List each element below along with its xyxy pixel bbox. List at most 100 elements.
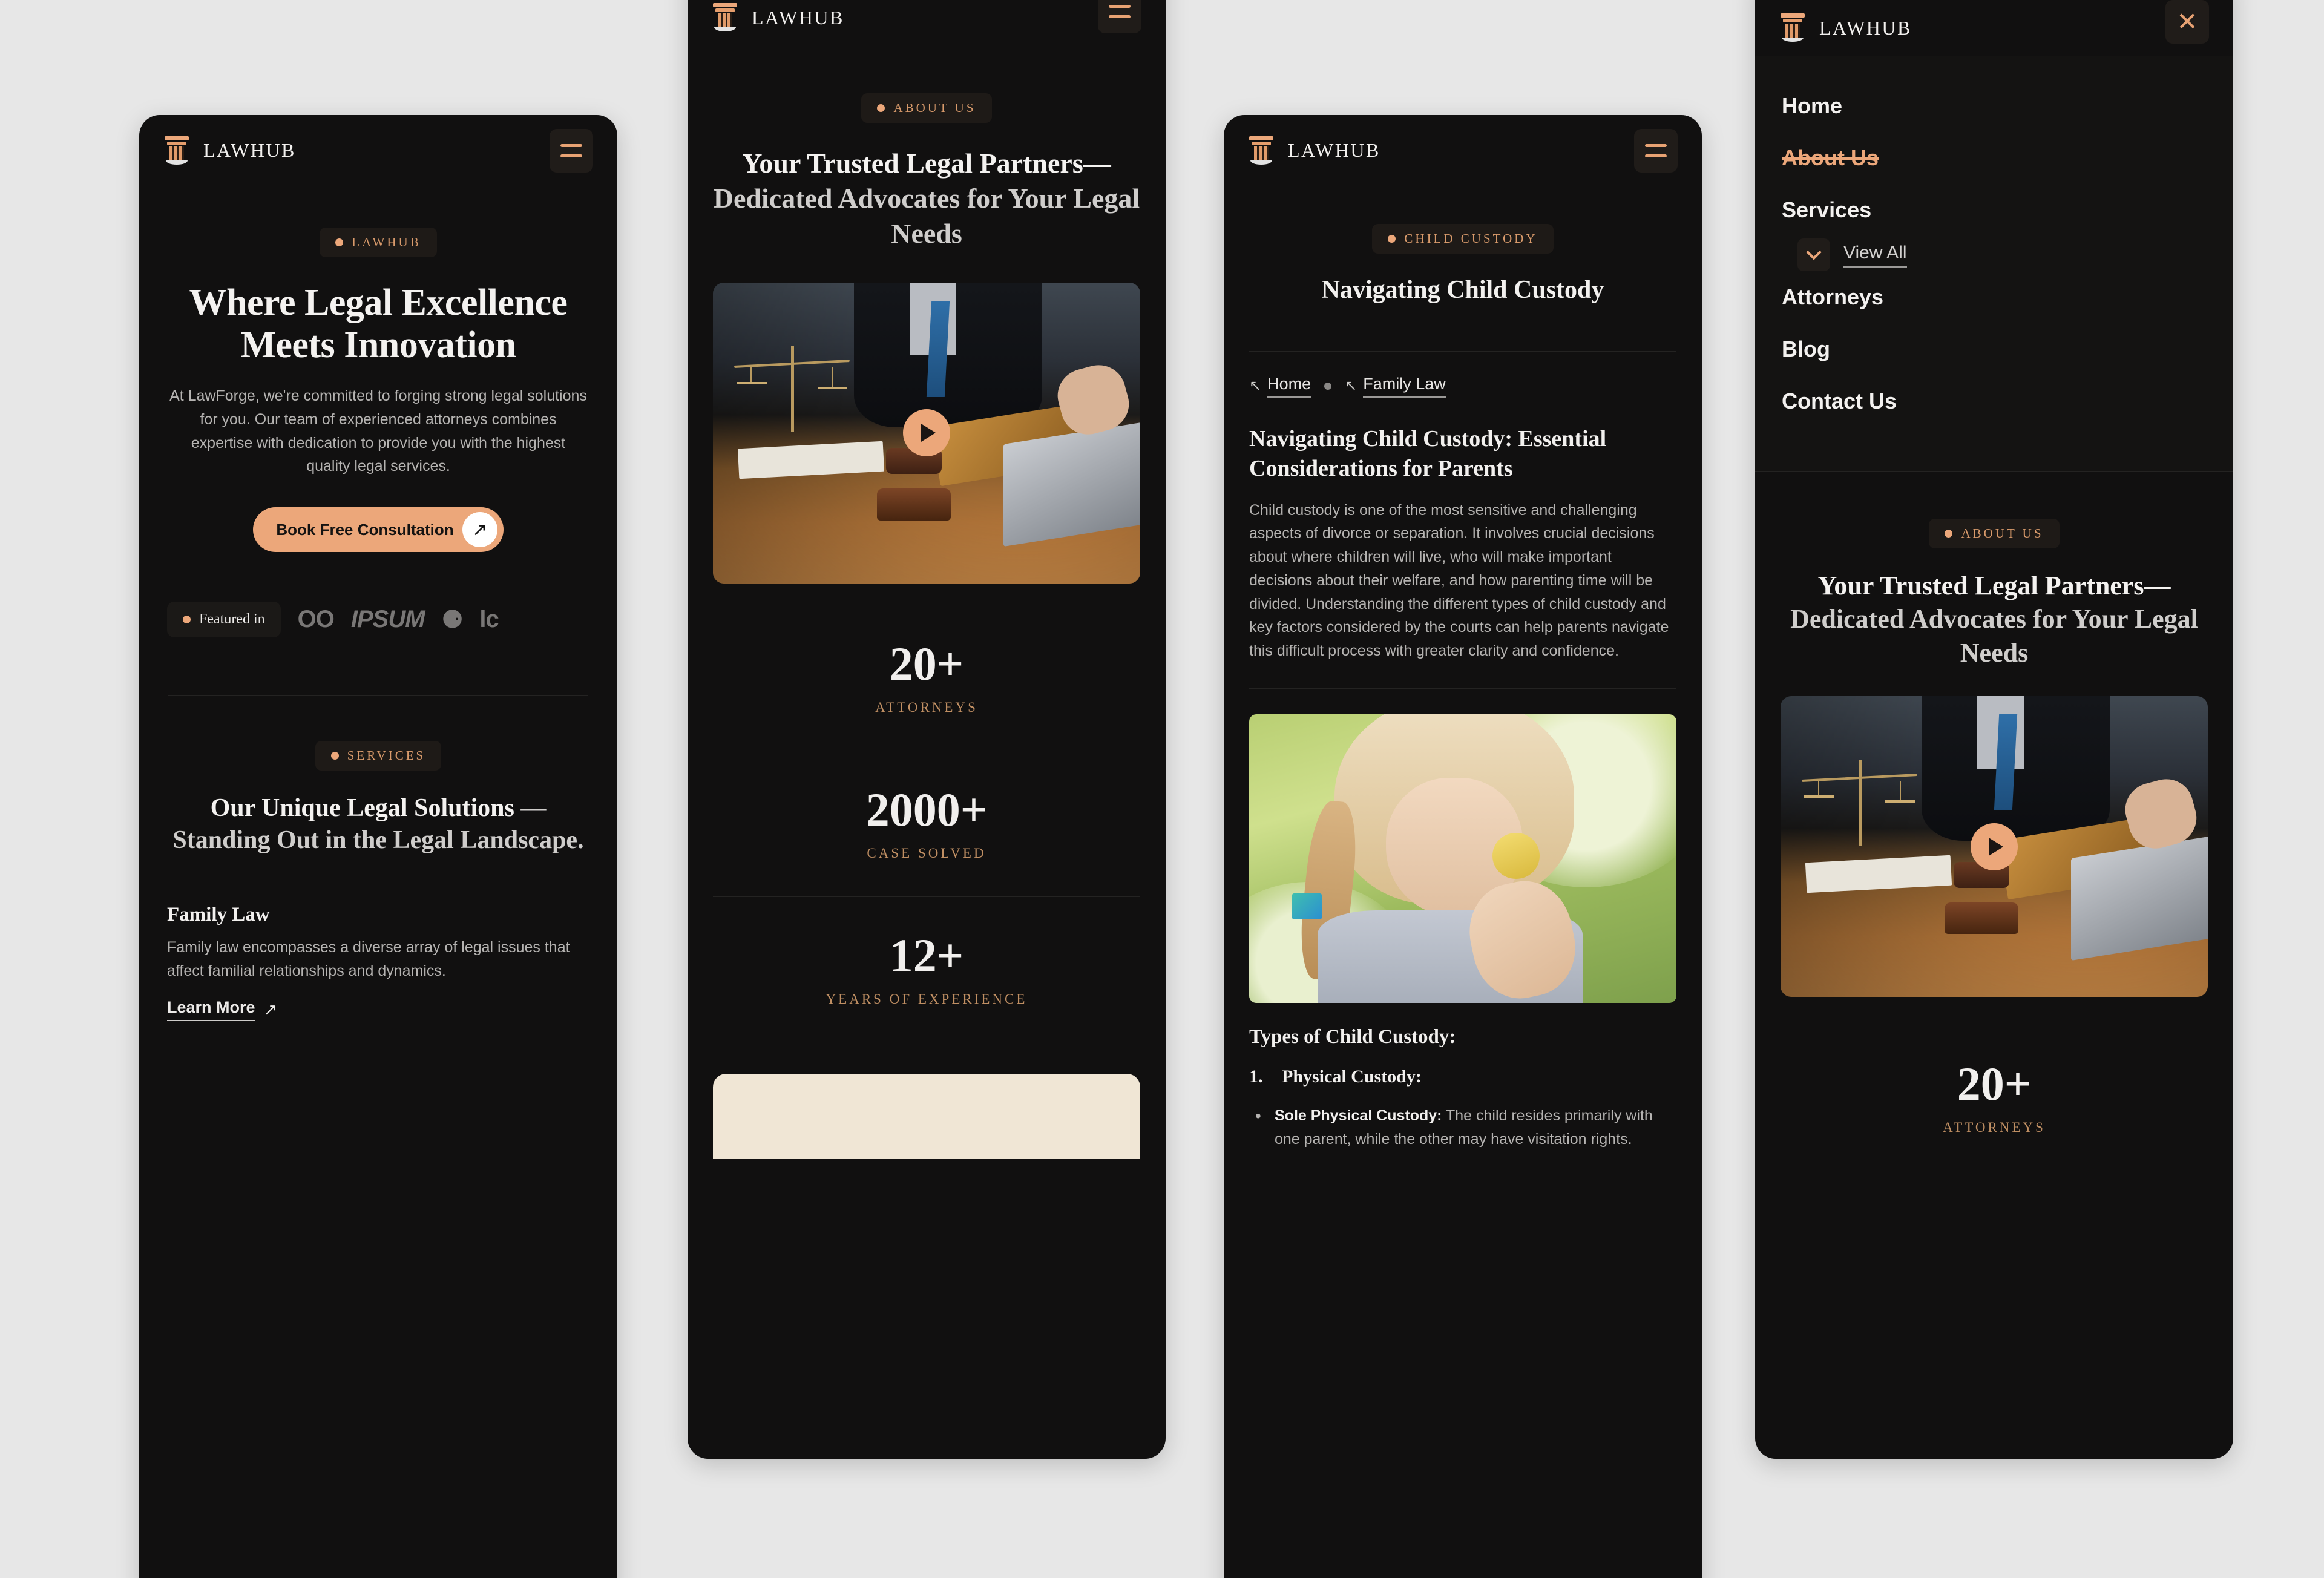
about-section: ABOUT US Your Trusted Legal Partners— De…	[1755, 472, 2233, 670]
gavel-icon	[1943, 861, 2020, 935]
about-heading-part3: Dedicated Advocates for Your Legal Needs	[1790, 604, 2198, 668]
about-heading-part1: Your Trusted Legal	[1817, 571, 2038, 600]
services-section: SERVICES Our Unique Legal Solutions — St…	[139, 696, 617, 856]
about-eyebrow-badge: ABOUT US	[861, 93, 992, 123]
dot-icon	[877, 104, 885, 112]
partner-logo: OO	[297, 606, 335, 633]
stat-label: ATTORNEYS	[1943, 1120, 2046, 1136]
play-icon[interactable]	[903, 409, 950, 457]
nav-subitem-view-all[interactable]: View All	[1782, 238, 2207, 271]
stat-label: ATTORNEYS	[875, 700, 978, 715]
nav-item-contact-us[interactable]: Contact Us	[1782, 375, 2207, 427]
video-thumbnail[interactable]	[1781, 696, 2208, 998]
arrow-up-right-icon: ↗	[263, 1000, 278, 1019]
about-video-wrapper	[688, 251, 1166, 584]
featured-in-chip: Featured in	[167, 602, 281, 638]
breadcrumb-item-family-law[interactable]: ↖ Family Law	[1345, 375, 1446, 398]
phone-mockup-about: LAWHUB ABOUT US Your Trusted Legal Partn…	[688, 0, 1166, 1459]
hero-subtext: At LawForge, we're committed to forging …	[169, 387, 587, 475]
nav-item-about-us[interactable]: About Us	[1782, 132, 2207, 184]
arrow-up-left-icon: ↖	[1249, 378, 1262, 395]
nav-item-blog[interactable]: Blog	[1782, 323, 2207, 375]
top-bar: LAWHUB ✕	[1755, 0, 2233, 56]
column-pillar-icon	[1779, 12, 1806, 44]
laptop-shape	[1003, 421, 1140, 547]
stats-list: 20+ ATTORNEYS 2000+ CASE SOLVED 12+ YEAR…	[688, 584, 1166, 1042]
breadcrumb-item-home[interactable]: ↖ Home	[1249, 375, 1311, 398]
services-eyebrow-label: SERVICES	[347, 748, 426, 763]
play-icon[interactable]	[1971, 823, 2018, 870]
partner-logo: ⚈	[441, 606, 464, 633]
breadcrumb-label: Home	[1267, 375, 1311, 398]
article-title: Navigating Child Custody: Essential Cons…	[1249, 426, 1607, 482]
book-consultation-button[interactable]: Book Free Consultation ↗	[253, 507, 504, 553]
column-pillar-icon	[712, 2, 738, 33]
hamburger-menu-button[interactable]	[550, 128, 593, 173]
brand-logo[interactable]: LAWHUB	[1248, 135, 1380, 166]
stat-number: 20+	[1957, 1057, 2032, 1111]
scales-of-justice-icon	[1802, 748, 1917, 868]
about-eyebrow-label: ABOUT US	[893, 100, 976, 115]
phone-mockup-article: LAWHUB CHILD CUSTODY Navigating Child Cu…	[1224, 115, 1702, 1578]
brand-logo[interactable]: LAWHUB	[712, 2, 844, 33]
cta-label: Book Free Consultation	[276, 520, 454, 539]
hero-section: LAWHUB Where Legal Excellence Meets Inno…	[139, 186, 617, 553]
chevron-down-icon[interactable]	[1797, 238, 1830, 271]
nav-menu-panel: Home About Us Services View All Attorney…	[1755, 56, 2233, 471]
close-icon[interactable]: ✕	[2165, 0, 2209, 44]
about-heading-part1: Your Trusted Legal	[742, 148, 973, 179]
arrow-up-left-icon: ↖	[1345, 378, 1357, 395]
dot-icon	[335, 238, 344, 246]
about-heading-part2: Partners—	[2044, 571, 2171, 600]
nav-item-attorneys[interactable]: Attorneys	[1782, 271, 2207, 323]
brand-logo[interactable]: LAWHUB	[163, 135, 296, 166]
learn-more-link[interactable]: Learn More ↗	[167, 998, 278, 1022]
phone-mockup-menu-open: LAWHUB ✕ Home About Us Services View All…	[1755, 0, 2233, 1459]
types-heading: Types of Child Custody:	[1249, 1025, 1456, 1048]
about-eyebrow-badge: ABOUT US	[1929, 519, 2060, 548]
hamburger-line	[1109, 15, 1131, 18]
types-section: Types of Child Custody: Physical Custody…	[1224, 1003, 1702, 1151]
ordered-list-item: Physical Custody:	[1249, 1066, 1422, 1087]
dot-icon	[1945, 530, 1953, 538]
article-photo	[1249, 714, 1676, 1003]
hamburger-menu-button[interactable]	[1098, 0, 1141, 33]
view-all-label: View All	[1843, 243, 1907, 268]
phone-mockup-home: LAWHUB LAWHUB Where Legal Excellence Mee…	[139, 115, 617, 1578]
about-section: ABOUT US Your Trusted Legal Partners— De…	[688, 48, 1166, 251]
stat-item: 20+ ATTORNEYS	[713, 605, 1140, 751]
about-video-wrapper	[1755, 669, 2233, 998]
stat-item: 20+ ATTORNEYS	[1755, 1025, 2233, 1171]
video-thumbnail[interactable]	[713, 282, 1140, 584]
stat-label: CASE SOLVED	[867, 846, 986, 861]
hamburger-menu-button[interactable]	[1634, 128, 1678, 173]
page-title: Navigating Child Custody	[1321, 276, 1604, 304]
stat-number: 2000+	[865, 783, 988, 837]
featured-in-marquee: Featured in OO IPSUM ⚈ lc	[139, 602, 617, 638]
services-heading: Our Unique Legal Solutions — Standing Ou…	[167, 792, 589, 856]
service-card-family-law[interactable]: Family Law Family law encompasses a dive…	[139, 856, 617, 1022]
stat-item: 12+ YEARS OF EXPERIENCE	[713, 897, 1140, 1042]
partner-logo: lc	[479, 606, 499, 633]
nav-item-services[interactable]: Services	[1782, 184, 2207, 236]
about-heading-part3: Dedicated Advocates for Your Legal Needs	[713, 182, 1140, 249]
service-title: Family Law	[167, 903, 270, 925]
hamburger-line	[1645, 154, 1667, 157]
partner-logo: IPSUM	[350, 606, 425, 633]
stat-item: 2000+ CASE SOLVED	[713, 751, 1140, 896]
dot-icon	[1388, 235, 1396, 243]
brand-logo[interactable]: LAWHUB	[1779, 12, 1912, 44]
hero-eyebrow-label: LAWHUB	[352, 235, 421, 249]
about-heading-part2: Partners—	[979, 148, 1111, 179]
hamburger-line	[560, 154, 582, 157]
article-eyebrow-badge: CHILD CUSTODY	[1372, 224, 1554, 254]
article-hero: CHILD CUSTODY Navigating Child Custody	[1224, 186, 1702, 306]
column-pillar-icon	[1248, 135, 1275, 166]
breadcrumb-separator-dot	[1324, 382, 1332, 390]
nav-item-home[interactable]: Home	[1782, 80, 2207, 132]
top-bar: LAWHUB	[688, 0, 1166, 48]
column-pillar-icon	[163, 135, 190, 166]
article-eyebrow-label: CHILD CUSTODY	[1404, 231, 1538, 246]
learn-more-label: Learn More	[167, 998, 255, 1022]
bullet-list-item: Sole Physical Custody: The child resides…	[1249, 1103, 1676, 1151]
